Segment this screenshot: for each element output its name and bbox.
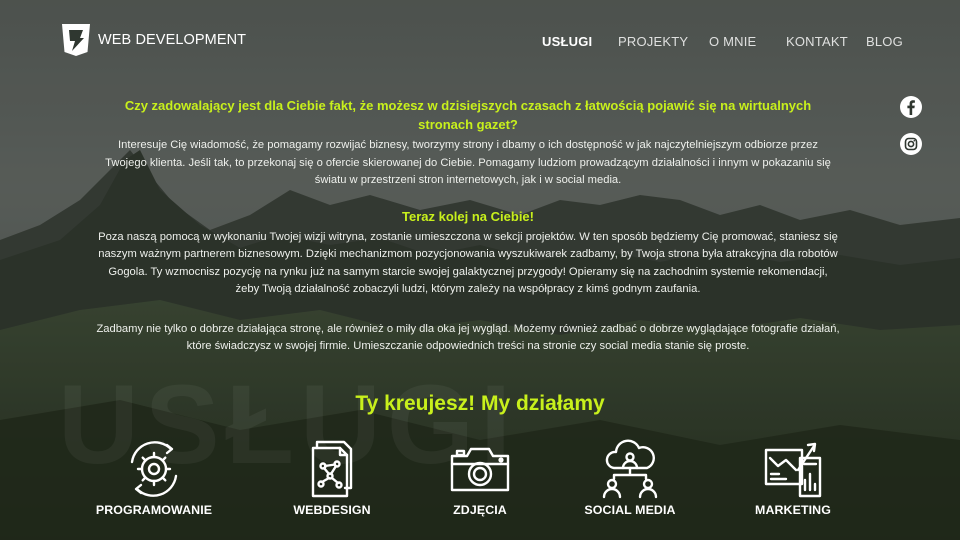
cloud-users-icon bbox=[602, 439, 658, 499]
nav-item-uslugi[interactable]: USŁUGI bbox=[542, 34, 592, 49]
nav-item-blog[interactable]: BLOG bbox=[866, 34, 903, 49]
webdesign-documents-icon bbox=[311, 440, 353, 498]
service-label: MARKETING bbox=[755, 503, 831, 517]
instagram-icon bbox=[904, 137, 918, 151]
facebook-icon bbox=[907, 100, 915, 115]
intro-subheadline: Teraz kolej na Ciebie! bbox=[402, 208, 534, 224]
main-nav: USŁUGI PROJEKTY O MNIE KONTAKT BLOG bbox=[0, 34, 960, 50]
gear-cycle-icon bbox=[130, 441, 178, 497]
service-zdjecia[interactable]: ZDJĘCIA bbox=[410, 438, 550, 517]
intro-paragraph-3: Zadbamy nie tylko o dobrze działająca st… bbox=[96, 322, 840, 353]
intro-paragraph: Interesuje Cię wiadomość, że pomagamy ro… bbox=[105, 139, 831, 186]
service-webdesign[interactable]: WEBDESIGN bbox=[262, 438, 402, 517]
analytics-monitor-icon bbox=[764, 442, 822, 498]
service-label: SOCIAL MEDIA bbox=[584, 503, 676, 517]
social-links bbox=[900, 96, 922, 155]
facebook-link[interactable] bbox=[900, 96, 922, 118]
services-title: Ty kreujesz! My działamy bbox=[355, 392, 605, 415]
service-programowanie[interactable]: PROGRAMOWANIE bbox=[84, 438, 224, 517]
nav-item-projekty[interactable]: PROJEKTY bbox=[618, 34, 688, 49]
nav-item-kontakt[interactable]: KONTAKT bbox=[786, 34, 848, 49]
nav-item-o-mnie[interactable]: O MNIE bbox=[709, 34, 756, 49]
camera-icon bbox=[450, 447, 510, 492]
service-marketing[interactable]: MARKETING bbox=[723, 438, 863, 517]
service-label: ZDJĘCIA bbox=[453, 503, 507, 517]
intro-section: Czy zadowalający jest dla Ciebie fakt, ż… bbox=[96, 96, 840, 356]
service-label: WEBDESIGN bbox=[293, 503, 371, 517]
intro-paragraph-2: Poza naszą pomocą w wykonaniu Twojej wiz… bbox=[98, 230, 838, 296]
service-label: PROGRAMOWANIE bbox=[95, 503, 213, 517]
instagram-link[interactable] bbox=[900, 133, 922, 155]
intro-headline: Czy zadowalający jest dla Ciebie fakt, ż… bbox=[124, 98, 812, 132]
service-social-media[interactable]: SOCIAL MEDIA bbox=[560, 438, 700, 517]
